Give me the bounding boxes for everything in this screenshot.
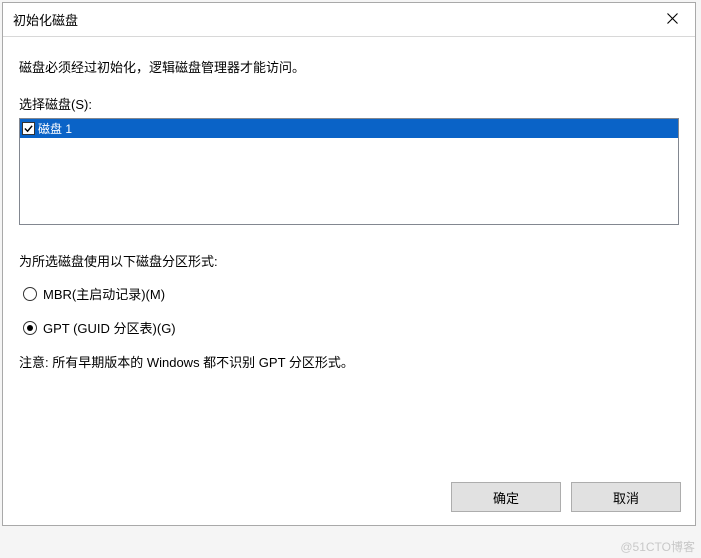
titlebar: 初始化磁盘 [3,3,695,37]
close-button[interactable] [649,3,695,36]
radio-gpt[interactable]: GPT (GUID 分区表)(G) [23,318,679,337]
disk-label: 磁盘 1 [38,120,72,137]
disk-checkbox[interactable] [22,122,35,135]
list-item[interactable]: 磁盘 1 [20,119,678,138]
info-text: 磁盘必须经过初始化，逻辑磁盘管理器才能访问。 [19,57,679,76]
checkmark-icon [24,122,33,136]
ok-button[interactable]: 确定 [451,482,561,512]
radio-icon [23,321,37,335]
note-text: 注意: 所有早期版本的 Windows 都不识别 GPT 分区形式。 [19,352,679,371]
partition-style-label: 为所选磁盘使用以下磁盘分区形式: [19,251,679,270]
disk-list[interactable]: 磁盘 1 [19,118,679,225]
button-row: 确定 取消 [3,469,695,525]
dialog-title: 初始化磁盘 [13,10,78,29]
initialize-disk-dialog: 初始化磁盘 磁盘必须经过初始化，逻辑磁盘管理器才能访问。 选择磁盘(S): 磁盘… [2,2,696,526]
radio-icon [23,287,37,301]
watermark: @51CTO博客 [620,538,695,555]
cancel-button[interactable]: 取消 [571,482,681,512]
select-disk-label: 选择磁盘(S): [19,94,679,113]
radio-mbr-label: MBR(主启动记录)(M) [43,284,165,303]
close-icon [667,13,678,27]
radio-mbr[interactable]: MBR(主启动记录)(M) [23,284,679,303]
radio-gpt-label: GPT (GUID 分区表)(G) [43,318,176,337]
dialog-content: 磁盘必须经过初始化，逻辑磁盘管理器才能访问。 选择磁盘(S): 磁盘 1 为所选… [3,37,695,469]
partition-radio-group: MBR(主启动记录)(M) GPT (GUID 分区表)(G) [19,284,679,337]
